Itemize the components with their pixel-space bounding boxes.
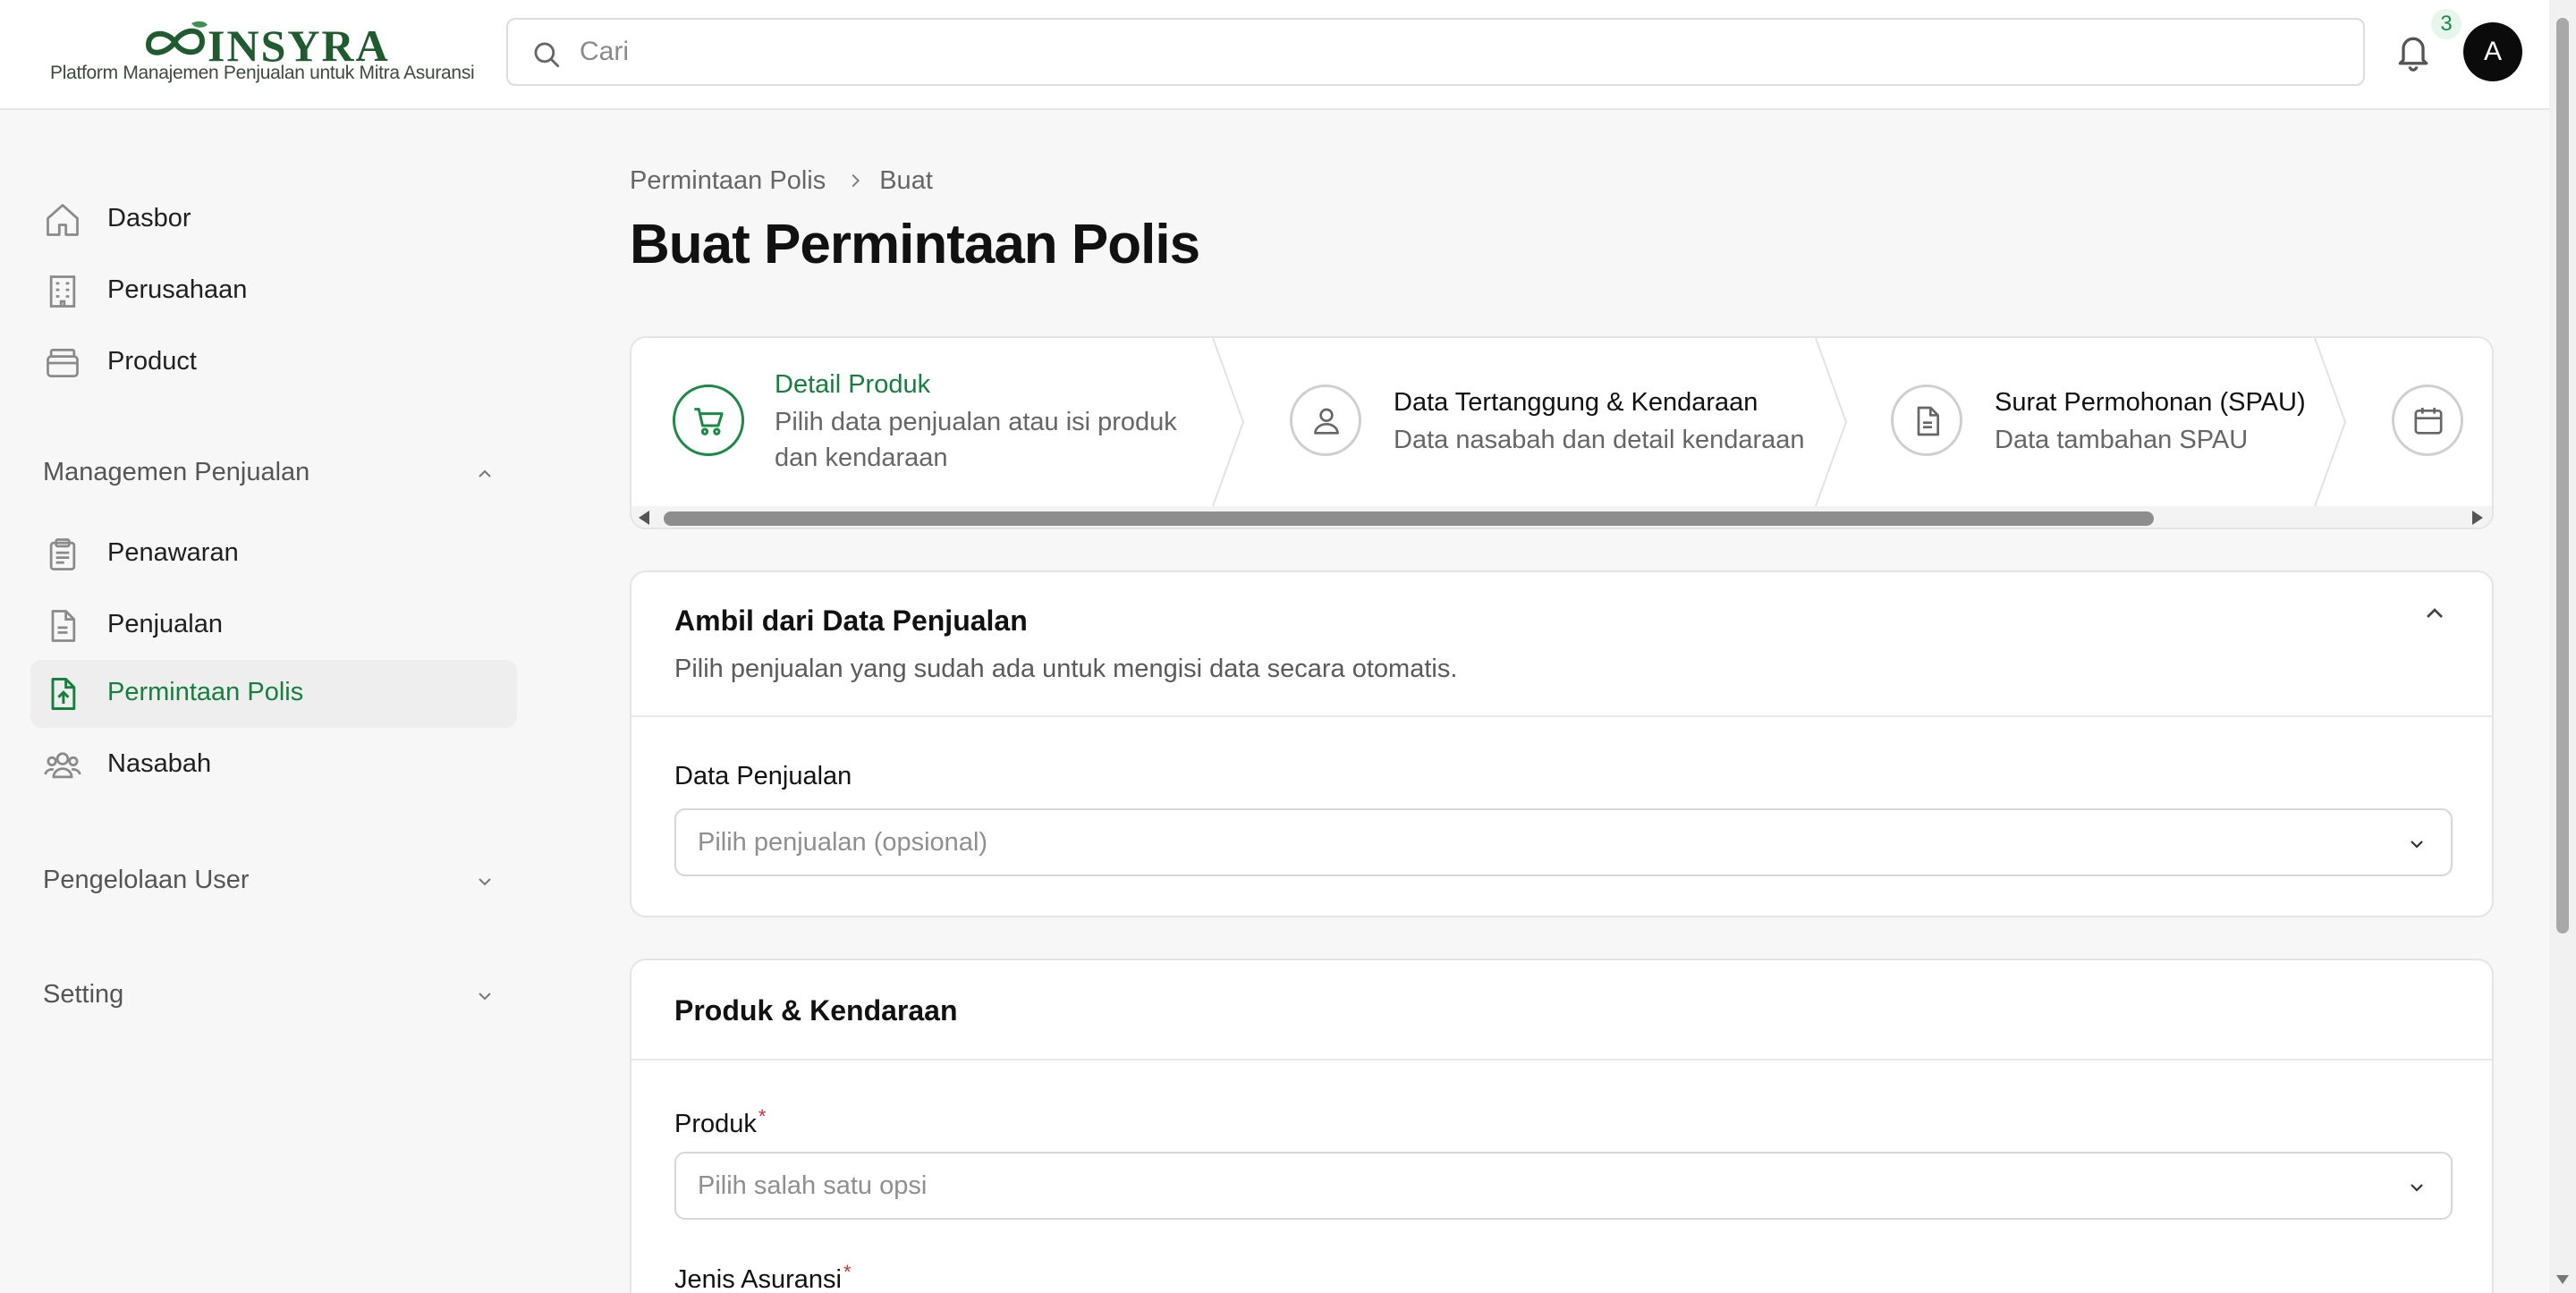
- chevron-down-icon: [479, 993, 491, 1001]
- box-icon: [47, 348, 79, 378]
- card-title: Ambil dari Data Penjualan: [674, 604, 1028, 637]
- sidebar: Dasbor Perusahaan Product Managemen Penj…: [0, 111, 537, 1293]
- sidebar-item-nasabah[interactable]: Nasabah: [30, 731, 517, 799]
- step-detail-produk[interactable]: Detail Produk Pilih data penjualan atau …: [631, 338, 1213, 506]
- step-description: Data tambahan SPAU: [1995, 426, 2249, 454]
- cart-icon: [694, 408, 724, 435]
- step-surat-permohonan[interactable]: Surat Permohonan (SPAU) Data tambahan SP…: [1850, 338, 2351, 506]
- chevron-down-icon: [479, 878, 491, 886]
- users-icon: [44, 752, 81, 779]
- sidebar-item-penawaran[interactable]: Penawaran: [30, 520, 517, 588]
- product-vehicle-card: Produk & Kendaraan Produk* Pilih salah s…: [630, 959, 2494, 1293]
- step-divider: [1212, 338, 1245, 506]
- step-description: Pilih data penjualan atau isi produk dan…: [775, 408, 1177, 472]
- sidebar-item-label: Dasbor: [107, 204, 191, 232]
- step-divider: [1815, 338, 1848, 506]
- required-mark: *: [843, 1261, 852, 1283]
- required-mark: *: [758, 1105, 767, 1128]
- card-title: Produk & Kendaraan: [674, 994, 958, 1027]
- section-label: Managemen Penjualan: [43, 458, 310, 486]
- sidebar-item-label: Penawaran: [107, 538, 239, 567]
- page-title: Buat Permintaan Polis: [630, 214, 1200, 275]
- chevron-up-icon: [479, 469, 491, 477]
- step-data-tertanggung[interactable]: Data Tertanggung & Kendaraan Data nasaba…: [1249, 338, 1812, 506]
- calendar-icon: [2414, 408, 2443, 435]
- step-description: Data nasabah dan detail kendaraan: [1394, 426, 1805, 454]
- search-input[interactable]: [580, 20, 2333, 84]
- search-icon: [534, 42, 560, 68]
- notification-bell-icon[interactable]: [2394, 30, 2433, 73]
- select-placeholder: Pilih penjualan (opsional): [698, 828, 988, 857]
- field-label: Data Penjualan: [674, 762, 852, 790]
- section-label: Setting: [43, 980, 124, 1009]
- sidebar-item-penjualan[interactable]: Penjualan: [30, 592, 517, 660]
- sidebar-item-label: Penjualan: [107, 610, 223, 638]
- step-icon-circle: [1891, 385, 1962, 456]
- section-managemen-penjualan[interactable]: Managemen Penjualan: [43, 451, 499, 495]
- page-scrollbar-thumb[interactable]: [2556, 18, 2569, 934]
- chevron-down-icon: [2411, 1184, 2423, 1192]
- sidebar-item-label: Product: [107, 347, 197, 376]
- chevron-up-icon[interactable]: [2420, 599, 2449, 628]
- clipboard-icon: [49, 538, 76, 570]
- user-icon: [1314, 408, 1339, 435]
- insurance-type-field-label: Jenis Asuransi*: [674, 1261, 852, 1293]
- breadcrumb: Permintaan Polis Buat: [630, 166, 933, 202]
- scroll-down-arrow-icon[interactable]: [2556, 1275, 2569, 1284]
- sales-data-card-header[interactable]: Ambil dari Data Penjualan Pilih penjuala…: [631, 572, 2492, 717]
- top-header: INSYRA Platform Manajemen Penjualan untu…: [0, 0, 2549, 110]
- step-icon-circle: [2392, 385, 2463, 456]
- step-title: Data Tertanggung & Kendaraan: [1394, 388, 1758, 417]
- section-label: Pengelolaan User: [43, 866, 250, 894]
- product-field-label: Produk*: [674, 1105, 766, 1139]
- page-scrollbar[interactable]: [2549, 0, 2576, 1293]
- file-upload-icon: [51, 678, 76, 710]
- sales-data-card: Ambil dari Data Penjualan Pilih penjuala…: [630, 570, 2494, 917]
- product-select[interactable]: Pilih salah satu opsi: [674, 1152, 2453, 1220]
- document-icon: [51, 610, 76, 642]
- scroll-right-arrow-icon[interactable]: [2472, 511, 2483, 525]
- sidebar-item-label: Permintaan Polis: [107, 678, 304, 706]
- sidebar-item-label: Nasabah: [107, 749, 212, 778]
- sidebar-item-permintaan-polis[interactable]: Permintaan Polis: [30, 660, 517, 728]
- notification-count-badge: 3: [2431, 9, 2462, 39]
- step-icon-circle: [1290, 385, 1361, 456]
- brand-logo[interactable]: INSYRA Platform Manajemen Penjualan untu…: [48, 16, 478, 89]
- sidebar-item-dasbor[interactable]: Dasbor: [30, 186, 517, 254]
- building-icon: [49, 275, 76, 308]
- label-text: Produk: [674, 1110, 757, 1138]
- breadcrumb-parent-link[interactable]: Permintaan Polis: [630, 166, 826, 195]
- step-icon-circle: [673, 385, 744, 456]
- step-next[interactable]: [2349, 338, 2492, 506]
- product-vehicle-card-header: Produk & Kendaraan: [631, 960, 2492, 1061]
- sidebar-item-product[interactable]: Product: [30, 329, 517, 397]
- chevron-down-icon: [2411, 841, 2423, 849]
- scroll-left-arrow-icon[interactable]: [639, 511, 649, 525]
- section-setting[interactable]: Setting: [43, 973, 499, 1018]
- select-placeholder: Pilih salah satu opsi: [698, 1171, 928, 1200]
- brand-tagline: Platform Manajemen Penjualan untuk Mitra…: [50, 63, 475, 83]
- step-title: Detail Produk: [775, 370, 931, 399]
- sidebar-item-label: Perusahaan: [107, 275, 248, 304]
- user-avatar[interactable]: A: [2463, 22, 2522, 81]
- sidebar-item-perusahaan[interactable]: Perusahaan: [30, 258, 517, 325]
- stepper-scrollbar-thumb[interactable]: [664, 511, 2154, 526]
- step-title: Surat Permohonan (SPAU): [1995, 388, 2306, 417]
- card-subtitle: Pilih penjualan yang sudah ada untuk men…: [674, 655, 1458, 683]
- stepper-horizontal-scrollbar[interactable]: [631, 506, 2492, 528]
- label-text: Jenis Asuransi: [674, 1265, 842, 1293]
- search-bar[interactable]: [506, 18, 2365, 86]
- breadcrumb-current: Buat: [879, 166, 933, 195]
- home-icon: [47, 204, 79, 236]
- form-stepper: Detail Produk Pilih data penjualan atau …: [630, 336, 2494, 529]
- chevron-right-icon: [852, 173, 860, 188]
- document-icon: [1917, 406, 1939, 436]
- sales-data-select[interactable]: Pilih penjualan (opsional): [674, 808, 2453, 876]
- infinity-leaf-logo-icon: [145, 21, 208, 55]
- section-pengelolaan-user[interactable]: Pengelolaan User: [43, 858, 499, 903]
- step-divider: [2314, 338, 2347, 506]
